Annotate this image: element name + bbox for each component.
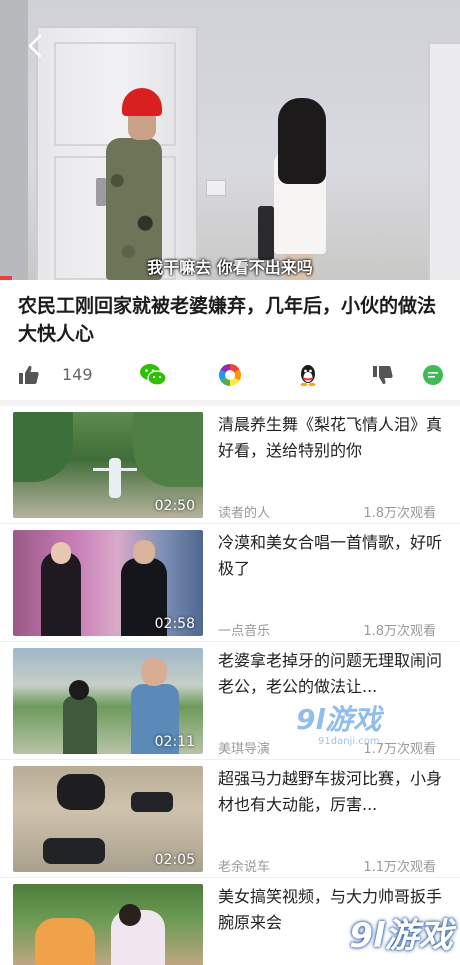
scene-bag [258, 206, 274, 260]
playback-progress[interactable] [0, 276, 12, 280]
list-item-source: 一点音乐 [218, 624, 271, 639]
video-detail-page: 我干嘛去 你看不出来吗 农民工刚回家就被老婆嫌弃，几年后，小伙的做法大快人心 1… [0, 0, 460, 965]
comment-icon [423, 365, 443, 385]
video-duration: 02:11 [154, 734, 195, 750]
list-item-title[interactable]: 超强马力越野车拔河比赛，小身材也有大动能，厉害... [218, 766, 444, 818]
watermark-logo-large: 9l游戏 [342, 908, 460, 965]
list-item-title[interactable]: 老婆拿老掉牙的问题无理取闹问老公，老公的做法让... [218, 648, 444, 700]
video-thumbnail[interactable]: 02:58 [13, 530, 203, 636]
scene-switch [206, 180, 226, 196]
list-item-title[interactable]: 冷漠和美女合唱一首情歌，好听极了 [218, 530, 444, 582]
video-duration: 02:50 [154, 498, 195, 514]
list-item-meta: 读者的人 1.8万次观看 [218, 502, 436, 521]
wechat-icon [140, 364, 167, 386]
video-player[interactable]: 我干嘛去 你看不出来吗 [0, 0, 460, 280]
video-thumbnail[interactable]: 02:50 [13, 412, 203, 518]
list-item-meta: 一点音乐 1.8万次观看 [218, 620, 436, 639]
thumbs-up-icon [19, 365, 39, 384]
video-thumbnail[interactable]: 02:11 [13, 648, 203, 754]
action-bar: 149 [0, 356, 460, 394]
back-arrow-icon[interactable] [22, 32, 50, 60]
video-subtitle: 我干嘛去 你看不出来吗 [147, 258, 313, 277]
list-item-source: 读者的人 [218, 506, 271, 521]
scene-door-right [428, 42, 460, 280]
video-thumbnail[interactable]: 02:05 [13, 766, 203, 872]
comment-button[interactable] [420, 362, 446, 388]
dislike-button[interactable] [370, 362, 396, 388]
share-moments-button[interactable] [216, 362, 244, 388]
list-item-title[interactable]: 清晨养生舞《梨花飞情人泪》真好看，送给特别的你 [218, 412, 444, 464]
list-item-source: 美琪导演 [218, 742, 271, 757]
video-title: 农民工刚回家就被老婆嫌弃，几年后，小伙的做法大快人心 [18, 295, 437, 345]
like-count: 149 [62, 365, 93, 384]
qq-icon [300, 365, 316, 387]
video-thumbnail[interactable] [13, 884, 203, 965]
list-item-source: 老余说车 [218, 860, 271, 875]
list-item[interactable]: 02:50 清晨养生舞《梨花飞情人泪》真好看，送给特别的你 读者的人 1.8万次… [0, 406, 460, 524]
list-item-views: 1.1万次观看 [363, 860, 436, 875]
list-item-meta: 老余说车 1.1万次观看 [218, 856, 436, 875]
list-item[interactable]: 02:58 冷漠和美女合唱一首情歌，好听极了 一点音乐 1.8万次观看 [0, 524, 460, 642]
list-item-views: 1.8万次观看 [363, 506, 436, 521]
video-duration: 02:58 [154, 616, 195, 632]
thumbs-down-icon [373, 366, 393, 385]
watermark-logo: 9l游戏 91danji.com [296, 704, 406, 750]
list-item-views: 1.8万次观看 [363, 624, 436, 639]
watermark-mark: 9l游戏 [296, 703, 382, 736]
list-item[interactable]: 02:05 超强马力越野车拔河比赛，小身材也有大动能，厉害... 老余说车 1.… [0, 760, 460, 878]
share-wechat-button[interactable] [138, 362, 168, 388]
moments-icon [219, 364, 241, 386]
video-duration: 02:05 [154, 852, 195, 868]
share-qq-button[interactable] [294, 362, 322, 388]
watermark-mark-large: 9l游戏 [349, 916, 453, 956]
watermark-domain: 91danji.com [318, 736, 380, 747]
like-button[interactable] [16, 362, 42, 388]
